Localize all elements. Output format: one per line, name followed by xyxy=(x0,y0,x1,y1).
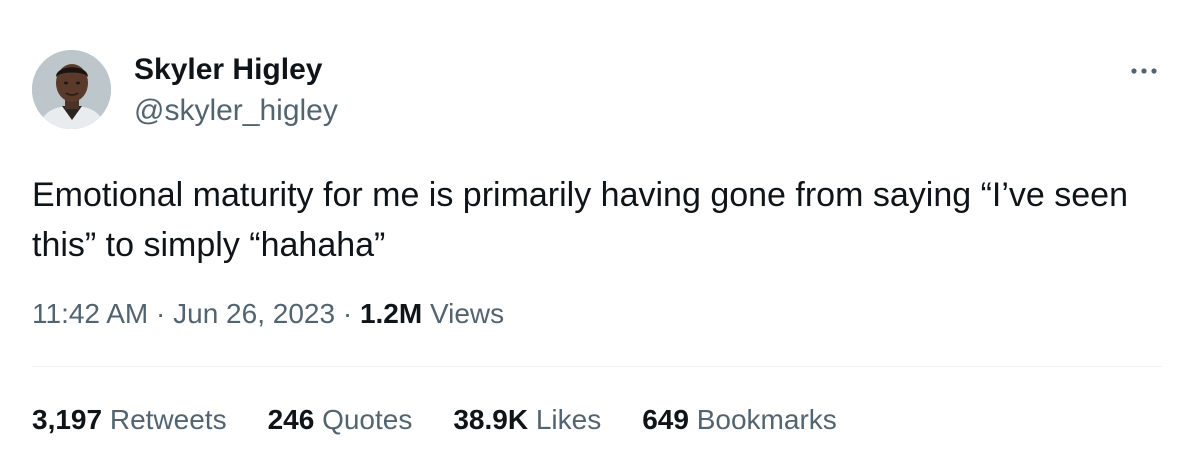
engagement-stats: 3,197 Retweets 246 Quotes 38.9K Likes 64… xyxy=(32,402,878,438)
meta-separator: · xyxy=(148,298,174,329)
author-name[interactable]: Skyler Higley xyxy=(134,52,322,88)
tweet-date[interactable]: Jun 26, 2023 xyxy=(173,298,335,329)
likes-stat[interactable]: 38.9K Likes xyxy=(453,402,601,438)
tweet-text: Emotional maturity for me is primarily h… xyxy=(32,176,1128,264)
profile-photo xyxy=(32,50,111,129)
quotes-stat[interactable]: 246 Quotes xyxy=(268,402,413,438)
tweet-time[interactable]: 11:42 AM xyxy=(32,298,148,329)
more-options-button[interactable] xyxy=(1124,56,1164,86)
views-count: 1.2M xyxy=(359,298,423,329)
bookmarks-label: Bookmarks xyxy=(688,404,837,435)
quotes-count: 246 xyxy=(267,404,315,435)
retweets-count: 3,197 xyxy=(32,404,103,435)
retweets-stat[interactable]: 3,197 Retweets xyxy=(32,402,227,438)
bookmarks-count: 649 xyxy=(642,404,689,435)
more-horizontal-icon xyxy=(1131,68,1157,74)
tweet-metadata: 11:42 AM · Jun 26, 2023 · 1.2M Views xyxy=(32,296,504,332)
author-handle[interactable]: @skyler_higley xyxy=(134,93,338,129)
meta-separator: · xyxy=(335,298,360,329)
retweets-label: Retweets xyxy=(102,404,227,435)
avatar[interactable] xyxy=(32,50,111,129)
views-label: Views xyxy=(422,298,505,329)
quotes-label: Quotes xyxy=(314,404,413,435)
likes-count: 38.9K xyxy=(453,404,529,435)
bookmarks-stat[interactable]: 649 Bookmarks xyxy=(642,402,837,438)
likes-label: Likes xyxy=(528,404,602,435)
divider xyxy=(32,366,1162,367)
